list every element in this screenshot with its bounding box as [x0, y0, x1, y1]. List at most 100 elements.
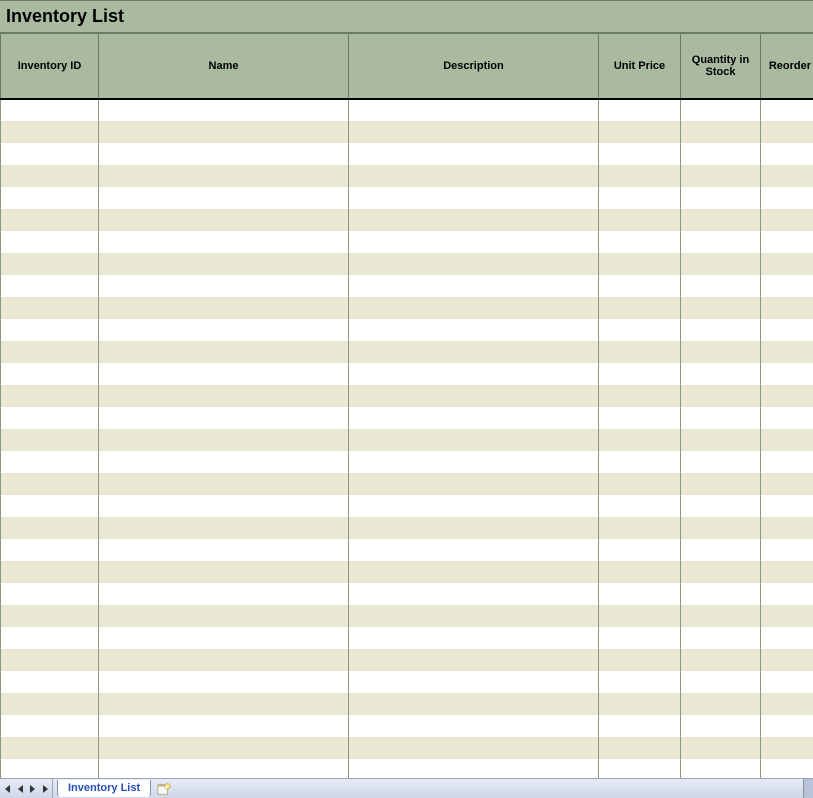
sheet-nav-next[interactable] — [26, 779, 39, 798]
table-cell[interactable] — [99, 275, 349, 297]
table-cell[interactable] — [599, 253, 681, 275]
table-cell[interactable] — [99, 561, 349, 583]
table-row[interactable] — [1, 605, 813, 627]
table-cell[interactable] — [681, 627, 761, 649]
table-cell[interactable] — [1, 231, 99, 253]
sheet-nav-last[interactable] — [39, 779, 52, 798]
table-cell[interactable] — [681, 407, 761, 429]
table-row[interactable] — [1, 627, 813, 649]
table-cell[interactable] — [681, 715, 761, 737]
table-row[interactable] — [1, 429, 813, 451]
table-cell[interactable] — [599, 495, 681, 517]
table-cell[interactable] — [1, 341, 99, 363]
table-cell[interactable] — [349, 341, 599, 363]
table-cell[interactable] — [681, 209, 761, 231]
table-cell[interactable] — [99, 627, 349, 649]
table-cell[interactable] — [761, 451, 813, 473]
table-cell[interactable] — [99, 209, 349, 231]
table-cell[interactable] — [1, 715, 99, 737]
table-row[interactable] — [1, 275, 813, 297]
table-cell[interactable] — [349, 121, 599, 143]
table-cell[interactable] — [599, 297, 681, 319]
table-cell[interactable] — [349, 495, 599, 517]
table-cell[interactable] — [349, 231, 599, 253]
table-cell[interactable] — [99, 583, 349, 605]
table-cell[interactable] — [1, 407, 99, 429]
sheet-nav-prev[interactable] — [13, 779, 26, 798]
table-cell[interactable] — [1, 539, 99, 561]
table-cell[interactable] — [761, 561, 813, 583]
table-cell[interactable] — [599, 187, 681, 209]
table-cell[interactable] — [681, 253, 761, 275]
table-cell[interactable] — [681, 693, 761, 715]
table-cell[interactable] — [349, 649, 599, 671]
table-cell[interactable] — [761, 209, 813, 231]
table-cell[interactable] — [599, 165, 681, 187]
table-cell[interactable] — [349, 451, 599, 473]
table-cell[interactable] — [761, 363, 813, 385]
table-row[interactable] — [1, 451, 813, 473]
table-cell[interactable] — [681, 341, 761, 363]
table-row[interactable] — [1, 187, 813, 209]
table-cell[interactable] — [599, 143, 681, 165]
table-cell[interactable] — [761, 319, 813, 341]
table-cell[interactable] — [349, 561, 599, 583]
col-header-inventory-id[interactable]: Inventory ID — [1, 34, 99, 99]
new-sheet-button[interactable] — [154, 781, 174, 796]
col-header-name[interactable]: Name — [99, 34, 349, 99]
table-cell[interactable] — [1, 451, 99, 473]
table-cell[interactable] — [599, 429, 681, 451]
table-cell[interactable] — [599, 231, 681, 253]
table-cell[interactable] — [1, 671, 99, 693]
table-cell[interactable] — [761, 605, 813, 627]
col-header-unit-price[interactable]: Unit Price — [599, 34, 681, 99]
table-cell[interactable] — [99, 451, 349, 473]
table-row[interactable] — [1, 715, 813, 737]
table-cell[interactable] — [349, 143, 599, 165]
table-cell[interactable] — [99, 341, 349, 363]
table-cell[interactable] — [1, 121, 99, 143]
table-cell[interactable] — [1, 583, 99, 605]
table-cell[interactable] — [349, 737, 599, 759]
table-row[interactable] — [1, 495, 813, 517]
table-cell[interactable] — [681, 187, 761, 209]
table-cell[interactable] — [349, 297, 599, 319]
table-cell[interactable] — [599, 319, 681, 341]
table-row[interactable] — [1, 297, 813, 319]
table-cell[interactable] — [99, 473, 349, 495]
table-cell[interactable] — [761, 495, 813, 517]
table-cell[interactable] — [761, 693, 813, 715]
table-cell[interactable] — [99, 319, 349, 341]
table-cell[interactable] — [681, 737, 761, 759]
table-cell[interactable] — [599, 451, 681, 473]
table-cell[interactable] — [599, 583, 681, 605]
table-row[interactable] — [1, 693, 813, 715]
table-row[interactable] — [1, 649, 813, 671]
table-cell[interactable] — [99, 363, 349, 385]
table-cell[interactable] — [1, 495, 99, 517]
table-cell[interactable] — [761, 517, 813, 539]
table-cell[interactable] — [681, 275, 761, 297]
table-row[interactable] — [1, 165, 813, 187]
col-header-description[interactable]: Description — [349, 34, 599, 99]
table-cell[interactable] — [681, 385, 761, 407]
table-cell[interactable] — [99, 253, 349, 275]
table-cell[interactable] — [99, 429, 349, 451]
table-cell[interactable] — [681, 231, 761, 253]
table-row[interactable] — [1, 517, 813, 539]
table-cell[interactable] — [681, 649, 761, 671]
table-cell[interactable] — [761, 649, 813, 671]
table-cell[interactable] — [599, 99, 681, 121]
col-header-reorder-level[interactable]: Reorder Level — [761, 34, 813, 99]
table-cell[interactable] — [761, 231, 813, 253]
table-row[interactable] — [1, 231, 813, 253]
table-cell[interactable] — [1, 693, 99, 715]
table-cell[interactable] — [761, 737, 813, 759]
table-cell[interactable] — [99, 99, 349, 121]
table-cell[interactable] — [599, 341, 681, 363]
table-row[interactable] — [1, 385, 813, 407]
table-cell[interactable] — [599, 693, 681, 715]
table-cell[interactable] — [1, 165, 99, 187]
table-row[interactable] — [1, 341, 813, 363]
table-cell[interactable] — [99, 297, 349, 319]
